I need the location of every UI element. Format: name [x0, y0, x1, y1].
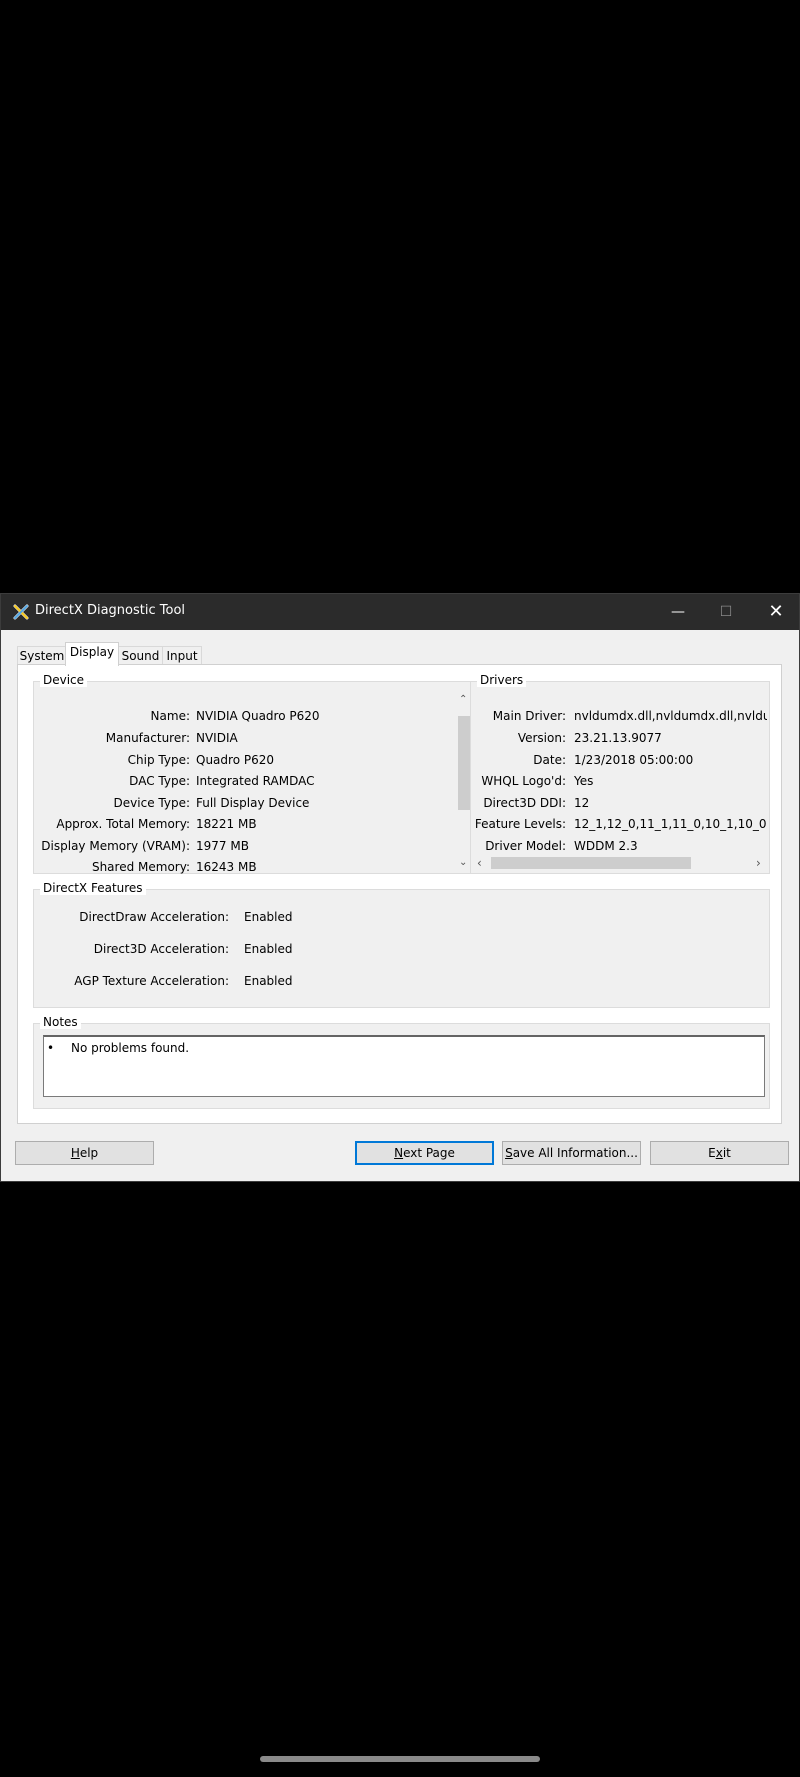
agp-texture-label: AGP Texture Acceleration: — [74, 974, 229, 988]
scroll-right-icon[interactable]: › — [756, 856, 761, 870]
direct3d-value: Enabled — [244, 942, 293, 956]
maximize-button[interactable]: ☐ — [703, 594, 749, 630]
chip-type-label: Chip Type: — [127, 753, 190, 767]
tab-sound[interactable]: Sound — [118, 646, 163, 665]
window-title: DirectX Diagnostic Tool — [35, 603, 186, 618]
agp-texture-value: Enabled — [244, 974, 293, 988]
directx-features-group: DirectX Features DirectDraw Acceleration… — [33, 881, 770, 1008]
exit-mnemonic: x — [715, 1146, 723, 1160]
manufacturer-value: NVIDIA — [196, 731, 238, 745]
next-page-label: ext Page — [403, 1146, 455, 1160]
date-label: Date: — [533, 753, 566, 767]
device-group: Device Name: NVIDIA Quadro P620 Manufact… — [33, 673, 473, 874]
feature-levels-value: 12_1,12_0,11_1,11_0,10_1,10_0,9_3 — [574, 817, 767, 831]
help-mnemonic: H — [70, 1146, 80, 1160]
directdraw-label: DirectDraw Acceleration: — [79, 910, 229, 924]
save-all-label: ave All Information... — [512, 1146, 638, 1160]
date-value: 1/23/2018 05:00:00 — [574, 753, 694, 767]
scroll-down-icon[interactable]: ⌄ — [459, 857, 467, 868]
ddi-value: 12 — [574, 796, 590, 810]
total-memory-label: Approx. Total Memory: — [56, 817, 190, 831]
dac-type-label: DAC Type: — [129, 774, 190, 788]
next-page-button[interactable]: Next Page — [355, 1141, 494, 1165]
directx-icon — [13, 604, 29, 620]
driver-model-label: Driver Model: — [485, 839, 566, 853]
exit-label-end: it — [722, 1146, 731, 1160]
drivers-group: Drivers Main Driver: nvldumdx.dll,nvldum… — [470, 673, 770, 874]
tab-input[interactable]: Input — [162, 646, 202, 665]
exit-button[interactable]: Exit — [650, 1141, 789, 1165]
whql-value: Yes — [574, 774, 594, 788]
notes-bullet: • — [47, 1041, 55, 1055]
vram-label: Display Memory (VRAM): — [41, 839, 190, 853]
total-memory-value: 18221 MB — [196, 817, 257, 831]
scroll-left-icon[interactable]: ‹ — [477, 856, 482, 870]
whql-label: WHQL Logo'd: — [481, 774, 566, 788]
main-driver-label: Main Driver: — [492, 709, 566, 723]
main-driver-value: nvldumdx.dll,nvldumdx.dll,nvldumdx.c — [574, 709, 767, 723]
device-name-label: Name: — [150, 709, 190, 723]
next-page-mnemonic: N — [394, 1146, 404, 1160]
close-button[interactable]: ✕ — [753, 594, 799, 630]
help-button[interactable]: Help — [15, 1141, 154, 1165]
minimize-button[interactable]: — — [655, 594, 701, 630]
dac-type-value: Integrated RAMDAC — [196, 774, 315, 788]
device-type-label: Device Type: — [113, 796, 190, 810]
title-bar[interactable]: DirectX Diagnostic Tool — ☐ ✕ — [1, 594, 799, 630]
tab-system[interactable]: System — [17, 646, 67, 665]
version-value: 23.21.13.9077 — [574, 731, 662, 745]
directx-diagnostic-window: DirectX Diagnostic Tool — ☐ ✕ System Dis… — [0, 593, 800, 1182]
device-group-label: Device — [40, 673, 88, 687]
features-group-label: DirectX Features — [40, 881, 146, 895]
save-all-information-button[interactable]: Save All Information... — [502, 1141, 641, 1165]
notes-message: No problems found. — [71, 1041, 190, 1055]
save-all-mnemonic: S — [505, 1146, 513, 1160]
scroll-up-icon[interactable]: ⌃ — [459, 694, 467, 705]
device-type-value: Full Display Device — [196, 796, 310, 810]
drivers-horizontal-scrollbar[interactable]: ‹ › — [473, 854, 769, 872]
gesture-navigation-bar[interactable] — [260, 1756, 540, 1762]
ddi-label: Direct3D DDI: — [483, 796, 566, 810]
display-tab-page: Device Name: NVIDIA Quadro P620 Manufact… — [17, 664, 782, 1124]
feature-levels-label: Feature Levels: — [474, 817, 566, 831]
version-label: Version: — [517, 731, 566, 745]
device-scroll-thumb[interactable] — [458, 716, 470, 810]
help-label: elp — [79, 1146, 99, 1160]
manufacturer-label: Manufacturer: — [105, 731, 190, 745]
vram-value: 1977 MB — [196, 839, 249, 853]
notes-group-label: Notes — [40, 1015, 81, 1029]
drivers-group-label: Drivers — [477, 673, 527, 687]
chip-type-value: Quadro P620 — [196, 753, 274, 767]
device-name-value: NVIDIA Quadro P620 — [196, 709, 320, 723]
direct3d-label: Direct3D Acceleration: — [93, 942, 229, 956]
driver-model-value: WDDM 2.3 — [574, 839, 638, 853]
shared-memory-value: 16243 MB — [196, 860, 257, 874]
notes-group: Notes • No problems found. — [33, 1015, 770, 1109]
directdraw-value: Enabled — [244, 910, 293, 924]
drivers-scroll-thumb[interactable] — [491, 857, 691, 869]
exit-label-start: E — [708, 1146, 716, 1160]
tab-display[interactable]: Display — [65, 642, 119, 666]
notes-text-area[interactable]: • No problems found. — [43, 1035, 765, 1097]
shared-memory-label: Shared Memory: — [91, 860, 190, 874]
